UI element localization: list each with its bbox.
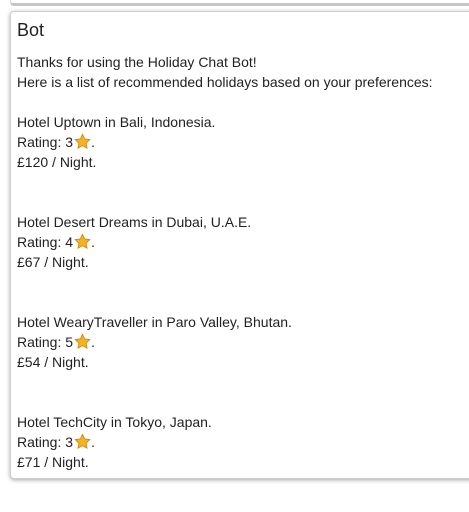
- intro-line: Here is a list of recommended holidays b…: [17, 74, 433, 90]
- rating-value: 3: [65, 434, 74, 450]
- rating-value: 3: [65, 134, 74, 150]
- hotel-item: Hotel TechCity in Tokyo, Japan. Rating: …: [17, 412, 468, 472]
- hotel-rating: Rating: 4.: [17, 233, 95, 250]
- hotel-rating: Rating: 3.: [17, 433, 95, 450]
- hotel-name: Hotel WearyTraveller in Paro Valley, Bhu…: [17, 314, 292, 330]
- sender-name: Bot: [17, 20, 45, 40]
- hotel-price: £71 / Night.: [17, 454, 89, 470]
- hotel-item: Hotel Uptown in Bali, Indonesia. Rating:…: [17, 112, 468, 172]
- hotel-name: Hotel TechCity in Tokyo, Japan.: [17, 414, 212, 430]
- bot-message-card: Bot Thanks for using the Holiday Chat Bo…: [10, 11, 469, 479]
- hotel-rating: Rating: 5.: [17, 333, 95, 350]
- star-icon: [74, 233, 91, 249]
- hotel-item: Hotel Desert Dreams in Dubai, U.A.E. Rat…: [17, 212, 468, 272]
- intro-line: Thanks for using the Holiday Chat Bot!: [17, 54, 257, 70]
- hotel-name: Hotel Uptown in Bali, Indonesia.: [17, 114, 216, 130]
- hotel-price: £67 / Night.: [17, 254, 89, 270]
- rating-value: 5: [65, 334, 74, 350]
- hotel-rating: Rating: 3.: [17, 133, 95, 150]
- hotel-name: Hotel Desert Dreams in Dubai, U.A.E.: [17, 214, 252, 230]
- hotel-price: £54 / Night.: [17, 354, 89, 370]
- hotel-item: Hotel WearyTraveller in Paro Valley, Bhu…: [17, 312, 468, 372]
- star-icon: [74, 433, 91, 449]
- previous-message-card: [10, 0, 469, 6]
- hotel-list: Hotel Uptown in Bali, Indonesia. Rating:…: [17, 112, 468, 472]
- star-icon: [74, 133, 91, 149]
- star-icon: [74, 333, 91, 349]
- hotel-price: £120 / Night.: [17, 154, 97, 170]
- message-body: Thanks for using the Holiday Chat Bot! H…: [17, 52, 468, 512]
- rating-value: 4: [65, 234, 74, 250]
